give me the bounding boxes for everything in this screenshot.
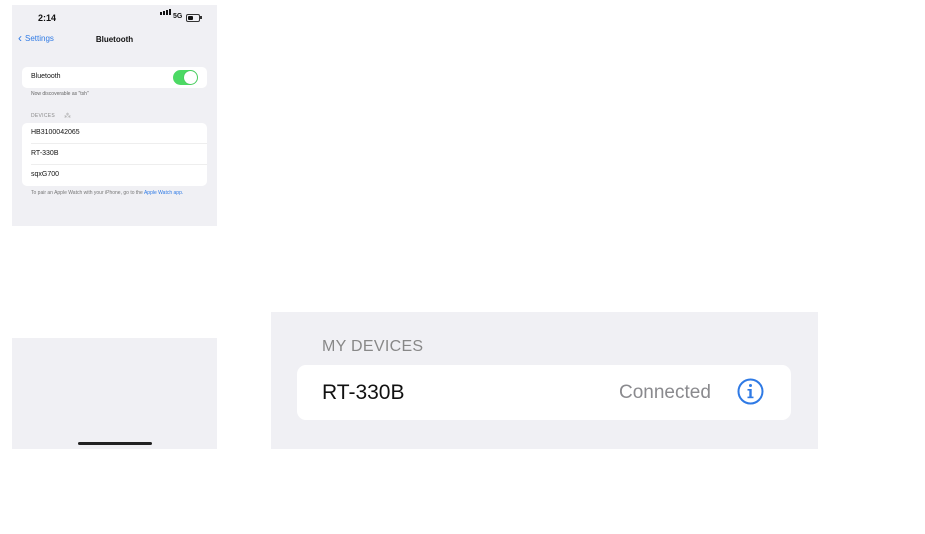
device-name: sqxG700 [31, 171, 60, 178]
phone-screenshot-top: 2:14 5G ‹ Settings Bluetooth Bluetooth N… [12, 5, 217, 226]
info-icon[interactable] [737, 378, 764, 405]
device-name: HB3100042065 [31, 129, 80, 136]
bluetooth-row: Bluetooth [22, 67, 207, 88]
connected-device-row[interactable]: RT-330B Connected [297, 365, 791, 420]
phone-screenshot-bottom [12, 338, 217, 449]
navigation-bar: ‹ Settings Bluetooth [12, 31, 217, 49]
device-row[interactable]: HB3100042065 [22, 123, 207, 144]
devices-list: HB3100042065 RT-330B sqxG700 [22, 123, 207, 186]
devices-section-header: DEVICES [31, 113, 56, 119]
status-time: 2:14 [38, 13, 57, 23]
footer-note: To pair an Apple Watch with your iPhone,… [31, 190, 203, 197]
loading-spinner-icon: ⁂ [64, 113, 71, 120]
page-title: Bluetooth [95, 35, 134, 44]
bluetooth-label: Bluetooth [31, 73, 61, 80]
device-row[interactable]: sqxG700 [22, 165, 207, 186]
connected-device-name: RT-330B [322, 381, 405, 404]
status-bar: 2:14 5G [12, 5, 217, 31]
battery-level [188, 16, 193, 20]
discoverable-text: Now discoverable as "tsh" [31, 91, 89, 97]
bluetooth-toggle[interactable] [173, 70, 198, 85]
battery-icon [186, 14, 200, 22]
toggle-knob [184, 71, 197, 84]
connection-status: Connected [619, 382, 711, 403]
apple-watch-link[interactable]: Apple Watch app. [144, 190, 183, 196]
my-devices-zoom-panel: MY DEVICES RT-330B Connected [271, 312, 818, 449]
device-name: RT-330B [31, 150, 59, 157]
my-devices-header: MY DEVICES [322, 338, 424, 355]
footer-text: To pair an Apple Watch with your iPhone,… [31, 190, 144, 196]
home-indicator[interactable] [78, 442, 152, 445]
battery-tip [200, 16, 202, 19]
device-row[interactable]: RT-330B [22, 144, 207, 165]
network-label: 5G [173, 13, 183, 20]
